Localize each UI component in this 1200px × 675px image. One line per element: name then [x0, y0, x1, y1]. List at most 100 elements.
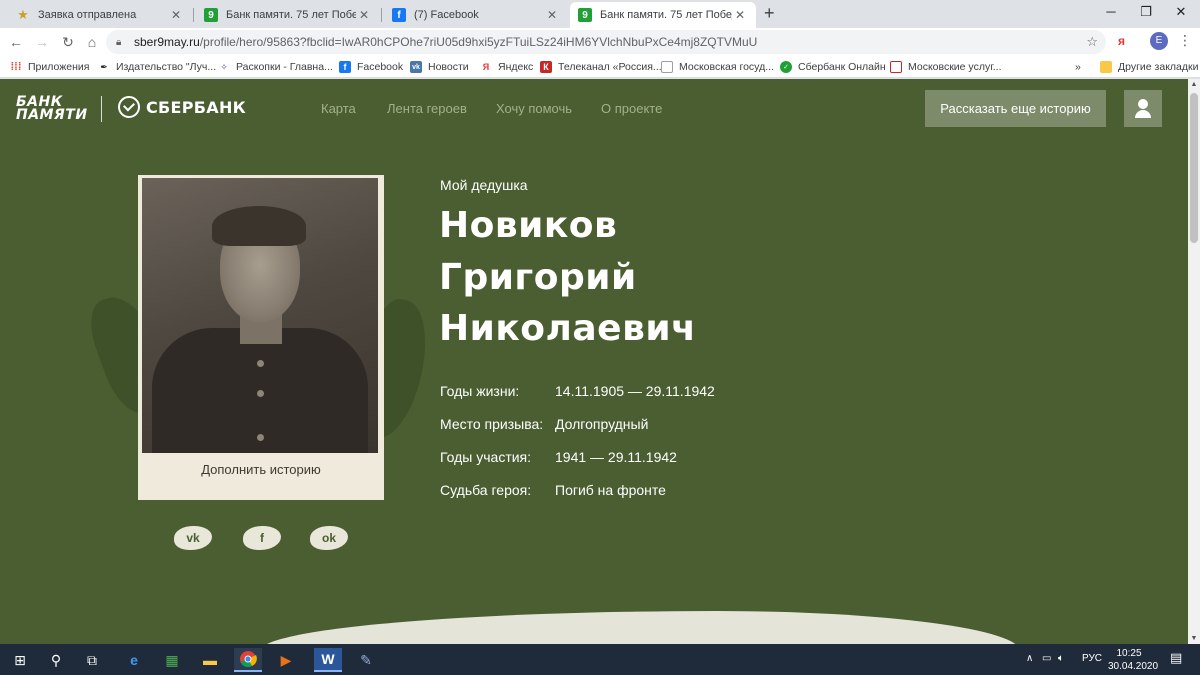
conscription-place-label: Место призыва:	[440, 416, 544, 432]
close-tab-icon[interactable]: ✕	[544, 8, 560, 22]
participation-years-value: 1941 — 29.11.1942	[555, 449, 677, 465]
star-icon: ★	[17, 7, 29, 22]
bookmark-raskopki[interactable]: ✧ Раскопки - Главна...	[218, 59, 333, 75]
yandex-icon: Я	[482, 62, 490, 72]
folder-icon	[1100, 61, 1112, 73]
tab-title: (7) Facebook	[414, 9, 479, 21]
search-icon[interactable]: ⚲	[42, 648, 70, 672]
tab-bank-pamyati-1[interactable]: 9 Банк памяти. 75 лет Победы в В ✕	[196, 2, 380, 28]
hero-fate-value: Погиб на фронте	[555, 482, 666, 498]
life-years-label: Годы жизни:	[440, 383, 520, 399]
apps-grid-icon: ⁞⁞⁞	[10, 61, 22, 73]
hero-relation: Мой дедушка	[440, 177, 528, 193]
close-tab-icon[interactable]: ✕	[356, 8, 372, 22]
battery-icon[interactable]: ▭	[1042, 653, 1051, 664]
bookmark-apps[interactable]: ⁞⁞⁞ Приложения	[10, 59, 90, 75]
user-account-button[interactable]	[1124, 90, 1162, 127]
page-content: БАНК ПАМЯТИ СБЕРБАНК Карта Лента героев …	[0, 79, 1188, 644]
reload-icon[interactable]: ↻	[58, 32, 78, 52]
clock-time: 10:25	[1116, 648, 1142, 659]
url-text: sber9may.ru/profile/hero/95863?fbclid=Iw…	[134, 35, 758, 49]
volume-icon[interactable]: 🔈︎	[1058, 653, 1064, 664]
word-icon[interactable]: W	[314, 648, 342, 672]
close-window-icon[interactable]: ✕	[1166, 4, 1196, 20]
sber-favicon-icon: 9	[204, 8, 218, 22]
back-arrow-icon[interactable]: ←	[6, 32, 26, 52]
nav-want-to-help[interactable]: Хочу помочь	[496, 101, 572, 116]
bookmarks-bar: ⁞⁞⁞ Приложения ✒ Издательство "Луч... ✧ …	[0, 56, 1200, 78]
clock-date: 30.04.2020	[1108, 661, 1159, 672]
facebook-share-icon[interactable]: f	[243, 526, 281, 550]
notifications-icon[interactable]: ▤	[1170, 650, 1182, 666]
forward-arrow-icon[interactable]: →	[32, 32, 52, 52]
edge-browser-icon[interactable]: e	[120, 648, 148, 672]
file-explorer-icon[interactable]: ▬	[196, 648, 224, 672]
document-icon	[661, 61, 673, 73]
tray-expand-icon[interactable]: ∧	[1026, 653, 1033, 664]
address-bar[interactable]: 🔒︎ sber9may.ru/profile/hero/95863?fbclid…	[106, 30, 1106, 54]
system-clock[interactable]: 10:25 30.04.2020	[1108, 647, 1159, 673]
yandex-extension-icon[interactable]: я	[1118, 34, 1125, 48]
bottom-brush-stroke-decoration	[260, 611, 1020, 644]
minimize-icon[interactable]: ─	[1096, 4, 1126, 19]
maximize-icon[interactable]: ❐	[1131, 4, 1161, 20]
scrollbar-thumb[interactable]	[1190, 93, 1198, 243]
bookmark-novosti[interactable]: vk Новости	[410, 59, 469, 75]
close-tab-icon[interactable]: ✕	[732, 8, 748, 22]
conscription-place-value: Долгопрудный	[555, 416, 649, 432]
vk-share-icon[interactable]: vk	[174, 526, 212, 550]
tab-bank-pamyati-active[interactable]: 9 Банк памяти. 75 лет Победы в В ✕	[570, 2, 756, 28]
tell-another-story-button[interactable]: Рассказать еще историю	[925, 90, 1106, 127]
tab-title: Банк памяти. 75 лет Победы в В	[226, 9, 356, 21]
page-scrollbar[interactable]: ▲ ▼	[1188, 79, 1200, 644]
language-indicator[interactable]: РУС	[1082, 653, 1102, 664]
participation-years-label: Годы участия:	[440, 449, 532, 465]
compass-icon: ✧	[220, 61, 228, 72]
nav-heroes-feed[interactable]: Лента героев	[387, 101, 467, 116]
windows-start-icon[interactable]: ⊞	[6, 648, 34, 672]
profile-avatar[interactable]: E	[1150, 32, 1168, 50]
close-tab-icon[interactable]: ✕	[168, 8, 184, 22]
user-icon-body	[1135, 110, 1151, 118]
paint-icon[interactable]: ✎	[352, 648, 380, 672]
bookmark-other[interactable]: Другие закладки	[1100, 59, 1198, 75]
add-to-story-link[interactable]: Дополнить историю	[138, 462, 384, 477]
tab-separator	[193, 8, 194, 22]
chrome-logo-icon	[240, 651, 257, 668]
sberbank-logo[interactable]: СБЕРБАНК	[118, 96, 246, 118]
hero-surname: Новиков	[439, 205, 618, 246]
scroll-down-arrow-icon[interactable]: ▼	[1188, 635, 1200, 642]
new-tab-icon[interactable]: +	[764, 4, 775, 22]
bookmark-telekanal-rossiya[interactable]: К Телеканал «Россия...	[540, 59, 662, 75]
tab-title: Заявка отправлена	[38, 9, 137, 21]
odnoklassniki-share-icon[interactable]: ok	[310, 526, 348, 550]
nav-about[interactable]: О проекте	[601, 101, 662, 116]
user-icon	[1138, 99, 1148, 109]
chrome-icon[interactable]	[234, 648, 262, 672]
bookmark-moskovskie-uslugi[interactable]: Московские услуг...	[890, 59, 1002, 75]
tab-strip: ★ Заявка отправлена ✕ 9 Банк памяти. 75 …	[0, 0, 1200, 28]
hero-first-name: Григорий	[439, 257, 637, 298]
scroll-up-arrow-icon[interactable]: ▲	[1188, 81, 1200, 88]
bookmark-moskovskaya-gosud[interactable]: Московская госуд...	[661, 59, 774, 75]
excel-icon[interactable]: ▦	[158, 648, 186, 672]
kebab-menu-icon[interactable]: ⋮	[1178, 32, 1192, 49]
bookmarks-overflow-button[interactable]: »	[1075, 59, 1081, 75]
life-years-value: 14.11.1905 — 29.11.1942	[555, 383, 715, 399]
bookmark-izdatelstvo[interactable]: ✒ Издательство "Луч...	[98, 59, 216, 75]
home-icon[interactable]: ⌂	[82, 32, 102, 52]
nav-map[interactable]: Карта	[321, 101, 356, 116]
hero-fate-label: Судьба героя:	[440, 482, 532, 498]
media-player-icon[interactable]: ▶	[272, 648, 300, 672]
task-view-icon[interactable]: ⧉	[78, 648, 106, 672]
tab-facebook[interactable]: f (7) Facebook ✕	[384, 2, 568, 28]
bookmark-yandex[interactable]: Я Яндекс	[480, 59, 534, 75]
bank-pamyati-logo[interactable]: БАНК ПАМЯТИ	[16, 95, 88, 122]
tab-title: Банк памяти. 75 лет Победы в В	[600, 9, 732, 21]
bookmark-sberbank-online[interactable]: ✓ Сбербанк Онлайн	[780, 59, 886, 75]
bookmark-star-icon[interactable]: ☆	[1086, 34, 1098, 50]
bookmark-facebook[interactable]: f Facebook	[339, 59, 403, 75]
feather-icon: ✒	[100, 61, 108, 72]
facebook-icon: f	[339, 61, 351, 73]
tab-application-sent[interactable]: ★ Заявка отправлена ✕	[8, 2, 192, 28]
